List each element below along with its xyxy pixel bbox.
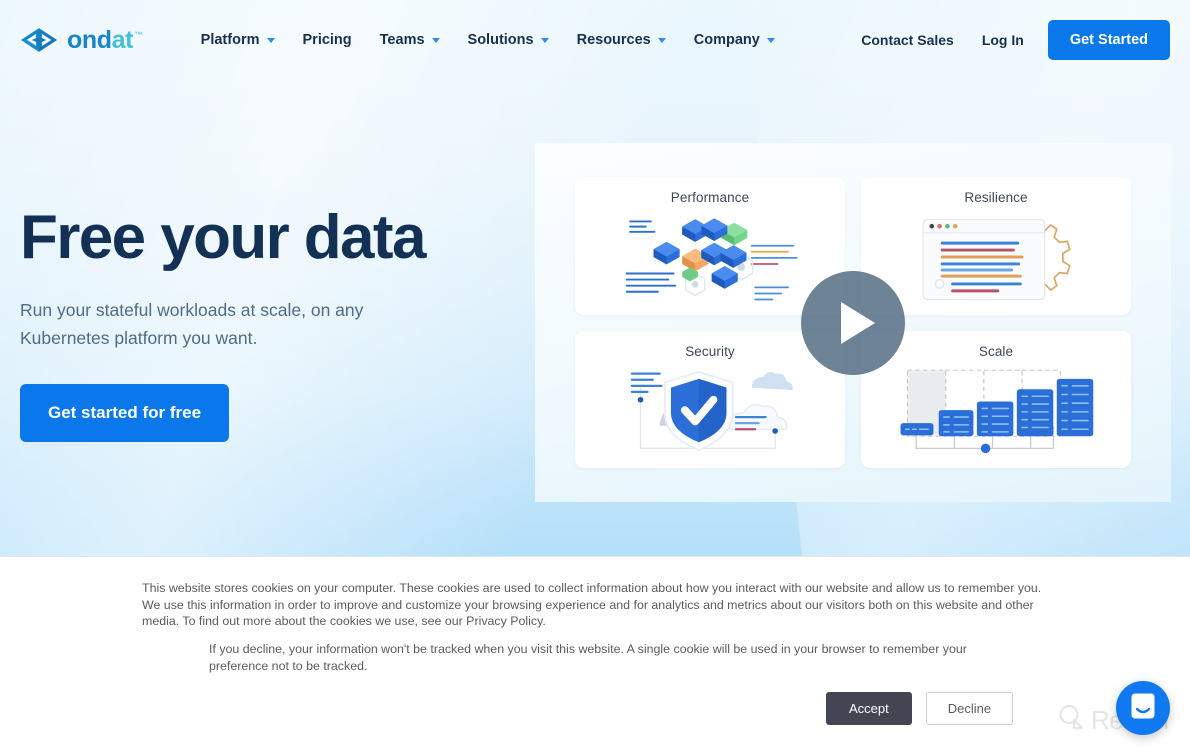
browser-window-gear-illustration-icon (861, 211, 1131, 307)
nav-item-resources[interactable]: Resources (563, 26, 680, 54)
chevron-down-icon (540, 37, 549, 43)
intercom-chat-icon (1130, 692, 1156, 725)
decline-cookies-button[interactable]: Decline (925, 692, 1014, 725)
nav-item-label: Resources (576, 32, 651, 48)
brand-logo[interactable]: ondat™ (20, 27, 143, 53)
cookie-action-buttons: Accept Decline (826, 692, 1014, 725)
intercom-chat-button[interactable] (1116, 681, 1170, 735)
shield-check-clouds-illustration-icon (575, 365, 845, 461)
get-started-button[interactable]: Get Started (1047, 20, 1170, 60)
nav-item-teams[interactable]: Teams (366, 26, 454, 54)
nav-links: Platform Pricing Teams Solutions Resourc… (187, 26, 789, 54)
nav-item-solutions[interactable]: Solutions (454, 26, 563, 54)
page-title: Free your data (20, 203, 426, 272)
play-icon (840, 302, 875, 344)
scaling-servers-illustration-icon (861, 365, 1131, 461)
contact-sales-link[interactable]: Contact Sales (847, 26, 968, 54)
nav-item-label: Teams (379, 32, 425, 48)
chevron-down-icon (657, 37, 666, 43)
ondat-diamond-logo-icon (20, 27, 58, 53)
brand-logo-text: ondat™ (67, 25, 143, 54)
nav-item-company[interactable]: Company (680, 26, 789, 54)
main-navbar: ondat™ Platform Pricing Teams Solutions … (0, 0, 1190, 80)
log-in-link[interactable]: Log In (968, 26, 1038, 54)
hero-subtitle: Run your stateful workloads at scale, on… (20, 300, 364, 349)
feature-card-security: Security (575, 330, 845, 468)
nav-item-label: Pricing (302, 32, 352, 48)
nav-item-label: Company (693, 32, 760, 48)
feature-card-title: Security (685, 343, 735, 359)
cookie-paragraph-1: This website stores cookies on your comp… (142, 581, 1042, 628)
hexagon-cubes-illustration-icon (575, 211, 845, 307)
nav-right-actions: Contact Sales Log In Get Started (847, 20, 1170, 60)
feature-card-title: Resilience (964, 190, 1028, 205)
nav-item-platform[interactable]: Platform (187, 26, 289, 54)
chevron-down-icon (766, 37, 775, 43)
chevron-down-icon (431, 37, 440, 43)
nav-item-pricing[interactable]: Pricing (289, 26, 366, 54)
trademark-symbol: ™ (134, 30, 143, 41)
feature-card-scale: Scale (861, 330, 1131, 468)
nav-item-label: Solutions (467, 32, 534, 48)
accept-cookies-button[interactable]: Accept (826, 692, 912, 725)
get-started-for-free-button[interactable]: Get started for free (20, 384, 230, 443)
feature-card-title: Scale (978, 343, 1014, 359)
hero-copy: Free your data Run your stateful workloa… (20, 203, 500, 443)
page-root: ondat™ Platform Pricing Teams Solutions … (0, 0, 1190, 753)
nav-item-label: Platform (200, 32, 260, 48)
feature-card-performance: Performance (575, 177, 845, 315)
cookie-paragraph-2: If you decline, your information won't b… (209, 642, 967, 673)
chevron-down-icon (266, 37, 275, 43)
play-video-button[interactable] (801, 271, 905, 375)
logo-text-part2: at (111, 25, 134, 54)
logo-text-part1: ond (67, 25, 112, 54)
feature-card-resilience: Resilience (861, 177, 1131, 315)
feature-card-title: Performance (670, 190, 750, 205)
